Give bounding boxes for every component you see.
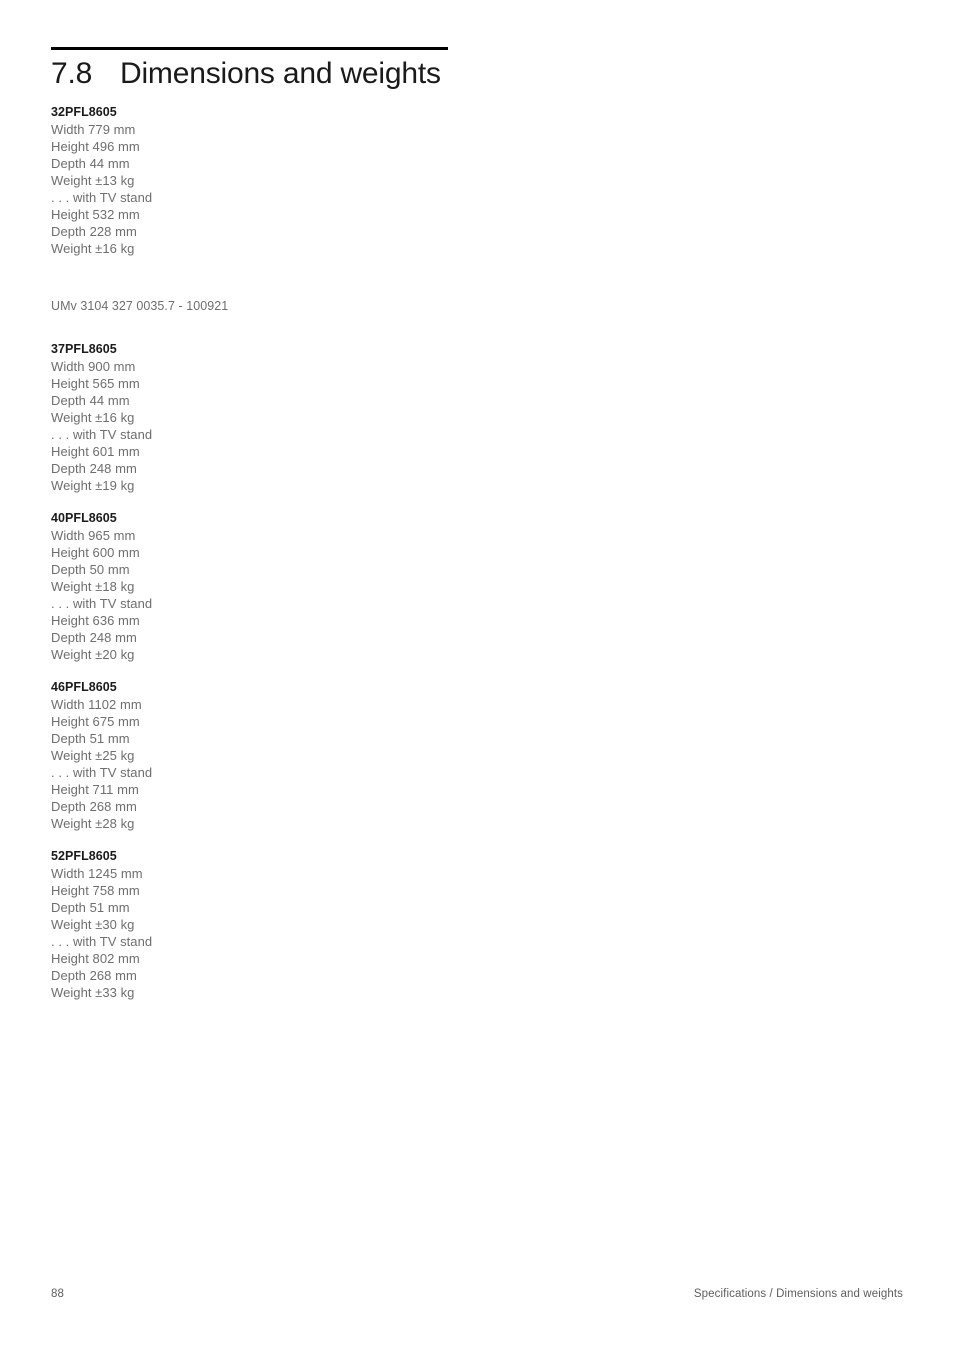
spec-line: . . . with TV stand [51,596,153,611]
spec-line: Weight ±16 kg [51,241,135,256]
spec-model-name: 32PFL8605 [51,105,117,119]
spec-line: Height 600 mm [51,545,140,560]
spec-line: Height 532 mm [51,207,140,222]
spec-line: Height 601 mm [51,444,140,459]
spec-line: Width 1102 mm [51,697,142,712]
spec-line: Depth 248 mm [51,461,137,476]
spec-line: Depth 51 mm [51,900,130,915]
spec-block: 32PFL8605 Width 779 mm Height 496 mm Depth … [51,104,451,257]
spec-model-name: 40PFL8605 [51,511,117,525]
spec-line: Height 675 mm [51,714,140,729]
spec-line: . . . with TV stand [51,190,153,205]
spec-block: 37PFL8605 Width 900 mm Height 565 mm Depth … [51,341,451,494]
spec-line: Weight ±25 kg [51,748,135,763]
heading-rule [51,47,448,50]
spec-block: 46PFL8605 Width 1102 mm Height 675 mm Depth… [51,679,451,832]
spec-line: Height 636 mm [51,613,140,628]
spec-line: Depth 44 mm [51,156,130,171]
spec-line: Depth 228 mm [51,224,137,239]
spec-line: Depth 44 mm [51,393,130,408]
spec-line: Depth 268 mm [51,799,137,814]
page-footer: 88 Specifications / Dimensions and weigh… [51,1288,903,1300]
spec-line: Height 711 mm [51,782,139,797]
spec-line: . . . with TV stand [51,934,153,949]
spec-model-name: 46PFL8605 [51,680,117,694]
section-number: 7.8 [51,57,93,90]
page-title: Dimensions and weights [120,57,441,90]
spec-line: Width 1245 mm [51,866,143,881]
spec-line: Weight ±18 kg [51,579,135,594]
section-heading: 7.8 Dimensions and weights [51,47,448,91]
spec-line: Width 900 mm [51,359,136,374]
spec-line: Height 758 mm [51,883,140,898]
breadcrumb: Specifications / Dimensions and weights [693,1288,903,1300]
spec-line: Weight ±20 kg [51,647,135,662]
spec-line: Depth 50 mm [51,562,130,577]
spec-line: Depth 268 mm [51,968,137,983]
spec-line: Depth 51 mm [51,731,130,746]
spec-line: Weight ±28 kg [51,816,135,831]
spec-line: Weight ±33 kg [51,985,135,1000]
spec-line: Width 965 mm [51,528,136,543]
spec-block: 52PFL8605 Width 1245 mm Height 758 mm Depth… [51,848,451,1001]
spec-model-name: 52PFL8605 [51,849,117,863]
spec-line: Width 779 mm [51,122,136,137]
spec-line: Weight ±16 kg [51,410,135,425]
spec-block: 40PFL8605 Width 965 mm Height 600 mm Depth … [51,510,451,663]
umv-version-line: UMv 3104 327 0035.7 - 100921 [51,299,229,313]
footer-page-number: 88 [51,1288,64,1300]
spec-line: Weight ±13 kg [51,173,135,188]
spec-model-name: 37PFL8605 [51,342,117,356]
spec-line: Weight ±19 kg [51,478,135,493]
spec-line: Depth 248 mm [51,630,137,645]
specification-column: 32PFL8605 Width 779 mm Height 496 mm Depth … [51,104,451,1001]
spec-line: Weight ±30 kg [51,917,135,932]
heading-row: 7.8 Dimensions and weights [51,57,448,91]
spec-line: . . . with TV stand [51,765,153,780]
spec-line: Height 565 mm [51,376,140,391]
spec-line: . . . with TV stand [51,427,153,442]
spec-line: Height 496 mm [51,139,140,154]
document-page: 7.8 Dimensions and weights 32PFL8605 Widt… [0,0,954,1350]
spec-line: Height 802 mm [51,951,140,966]
